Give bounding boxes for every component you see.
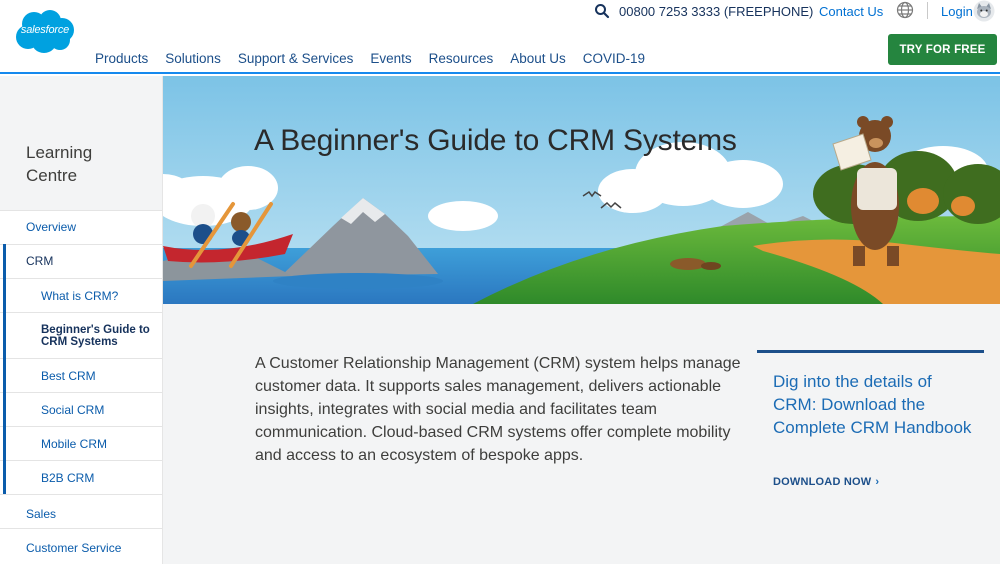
sidebar-item-label: Social CRM bbox=[41, 403, 105, 417]
page: salesforce 00800 7253 3333 (FREEPHONE) C… bbox=[0, 0, 1000, 564]
sidebar-item-customer-service[interactable]: Customer Service bbox=[0, 528, 162, 564]
download-now-link[interactable]: DOWNLOAD NOW › bbox=[773, 476, 879, 488]
phone-number: 00800 7253 3333 (FREEPHONE) bbox=[619, 4, 814, 19]
hero-banner bbox=[163, 76, 1000, 304]
try-for-free-button[interactable]: TRY FOR FREE bbox=[888, 34, 997, 65]
globe-icon[interactable] bbox=[896, 1, 914, 19]
site-header: salesforce 00800 7253 3333 (FREEPHONE) C… bbox=[0, 0, 1000, 74]
nav-about-us[interactable]: About Us bbox=[510, 51, 566, 66]
nav-covid-19[interactable]: COVID-19 bbox=[583, 51, 645, 66]
utility-divider bbox=[927, 2, 928, 19]
sidebar-item-label: B2B CRM bbox=[41, 471, 95, 485]
hero-title: A Beginner's Guide to CRM Systems bbox=[254, 124, 737, 157]
sidebar-item-label: What is CRM? bbox=[41, 289, 119, 303]
main-nav: Products Solutions Support & Services Ev… bbox=[95, 51, 662, 66]
sidebar-item-best-crm[interactable]: Best CRM bbox=[0, 358, 162, 392]
sidebar-item-b2b-crm[interactable]: B2B CRM bbox=[0, 460, 162, 494]
sidebar-title: Learning Centre bbox=[26, 143, 93, 185]
sidebar-item-label: Beginner's Guide to CRM Systems bbox=[41, 324, 150, 348]
intro-paragraph: A Customer Relationship Management (CRM)… bbox=[255, 355, 741, 464]
promo-title-link[interactable]: Dig into the details of CRM: Download th… bbox=[773, 370, 973, 439]
nav-support-services[interactable]: Support & Services bbox=[238, 51, 354, 66]
sidebar-item-crm[interactable]: CRM bbox=[0, 244, 162, 278]
active-section-indicator bbox=[3, 244, 6, 494]
sidebar-item-social-crm[interactable]: Social CRM bbox=[0, 392, 162, 426]
logo-text: salesforce bbox=[20, 24, 70, 36]
sidebar-item-sales[interactable]: Sales bbox=[0, 494, 162, 528]
contact-us-link[interactable]: Contact Us bbox=[819, 4, 883, 19]
chevron-right-icon: › bbox=[875, 476, 880, 488]
nav-resources[interactable]: Resources bbox=[429, 51, 494, 66]
promo-divider bbox=[757, 350, 984, 353]
nav-events[interactable]: Events bbox=[370, 51, 411, 66]
salesforce-logo[interactable]: salesforce bbox=[14, 10, 76, 54]
sidebar-item-what-is-crm[interactable]: What is CRM? bbox=[0, 278, 162, 312]
login-link[interactable]: Login bbox=[941, 4, 973, 19]
sidebar-item-label: Customer Service bbox=[26, 541, 122, 555]
sidebar-item-overview[interactable]: Overview bbox=[0, 210, 162, 244]
search-icon[interactable] bbox=[594, 3, 610, 19]
sidebar-item-label: CRM bbox=[26, 254, 54, 268]
nav-solutions[interactable]: Solutions bbox=[165, 51, 221, 66]
learning-centre-sidebar: Learning Centre Overview CRM What is CRM… bbox=[0, 76, 163, 564]
hero-illustration bbox=[163, 76, 1000, 304]
sidebar-item-label: Overview bbox=[26, 220, 77, 234]
nav-products[interactable]: Products bbox=[95, 51, 148, 66]
sidebar-item-beginners-guide[interactable]: Beginner's Guide to CRM Systems bbox=[0, 312, 162, 358]
avatar-icon[interactable] bbox=[973, 0, 995, 22]
sidebar-item-label: Best CRM bbox=[41, 369, 96, 383]
sidebar-item-label: Mobile CRM bbox=[41, 437, 108, 451]
sidebar-item-label: Sales bbox=[26, 507, 57, 521]
download-now-label: DOWNLOAD NOW bbox=[773, 476, 872, 488]
sidebar-item-mobile-crm[interactable]: Mobile CRM bbox=[0, 426, 162, 460]
